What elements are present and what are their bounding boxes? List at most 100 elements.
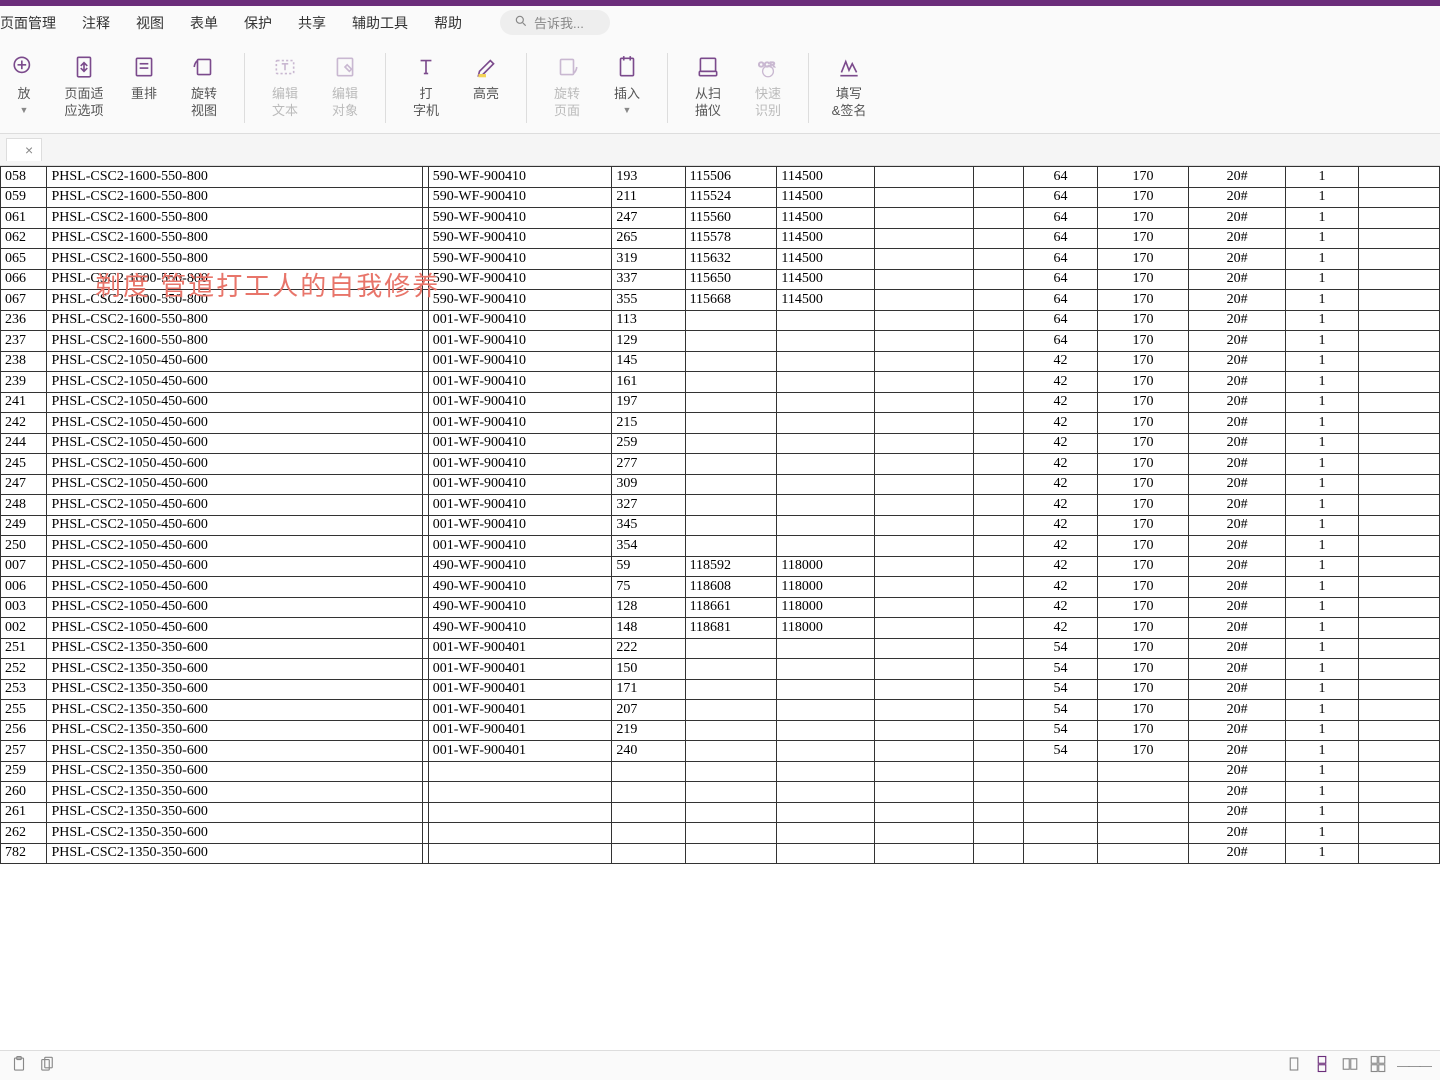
cell-c9: 64: [1023, 187, 1097, 208]
cell-c13: [1358, 228, 1439, 249]
search-placeholder: 告诉我...: [534, 13, 584, 32]
cell-c13: [1358, 843, 1439, 864]
menu-share[interactable]: 共享: [298, 13, 326, 33]
menu-accessibility[interactable]: 辅助工具: [352, 13, 408, 33]
cell-c12: 1: [1286, 495, 1358, 516]
cell-c9: 64: [1023, 208, 1097, 229]
reflow-button[interactable]: 重排: [124, 53, 164, 103]
cell-c13: [1358, 720, 1439, 741]
close-tab-button[interactable]: ×: [25, 142, 33, 158]
cell-c9: 64: [1023, 310, 1097, 331]
cell-c1: PHSL-CSC2-1600-550-800: [47, 167, 422, 188]
cell-c3: 590-WF-900410: [428, 249, 612, 270]
fit-page-button[interactable]: 页面适 应选项: [64, 53, 104, 120]
cell-c4: 337: [612, 269, 685, 290]
cell-c6: 118000: [777, 556, 875, 577]
ribbon-separator: [385, 53, 386, 123]
cell-c13: [1358, 495, 1439, 516]
document-content[interactable]: 剃度 管道打工人的自我修养 058PHSL-CSC2-1600-550-8005…: [0, 166, 1440, 926]
table-row: 242PHSL-CSC2-1050-450-600001-WF-90041021…: [1, 413, 1440, 434]
cell-c5: [685, 638, 777, 659]
table-row: 241PHSL-CSC2-1050-450-600001-WF-90041019…: [1, 392, 1440, 413]
cell-c5: 115560: [685, 208, 777, 229]
ribbon-label: 重排: [131, 86, 157, 103]
table-row: 059PHSL-CSC2-1600-550-800590-WF-90041021…: [1, 187, 1440, 208]
cell-c5: [685, 515, 777, 536]
menu-view[interactable]: 视图: [136, 13, 164, 33]
cell-c10: 170: [1098, 167, 1189, 188]
cell-c4: 129: [612, 331, 685, 352]
cell-c12: 1: [1286, 433, 1358, 454]
cell-c6: [777, 700, 875, 721]
menu-protect[interactable]: 保护: [244, 13, 272, 33]
view-continuous-icon[interactable]: [1313, 1055, 1331, 1076]
table-row: 251PHSL-CSC2-1350-350-600001-WF-90040122…: [1, 638, 1440, 659]
cell-c13: [1358, 802, 1439, 823]
cell-c7: [875, 167, 974, 188]
cell-c1: PHSL-CSC2-1600-550-800: [47, 269, 422, 290]
typewriter-button[interactable]: 打 字机: [406, 53, 446, 120]
cell-c9: [1023, 843, 1097, 864]
cell-c10: 170: [1098, 187, 1189, 208]
ocr-button[interactable]: OCR 快速 识别: [748, 53, 788, 120]
cell-c8: [973, 515, 1023, 536]
cell-c11: 20#: [1188, 659, 1286, 680]
cell-c3: 001-WF-900401: [428, 679, 612, 700]
menu-comment[interactable]: 注释: [82, 13, 110, 33]
cell-c0: 248: [1, 495, 47, 516]
typewriter-icon: [412, 53, 440, 81]
cell-c0: 256: [1, 720, 47, 741]
cell-c12: 1: [1286, 782, 1358, 803]
cell-c1: PHSL-CSC2-1350-350-600: [47, 843, 422, 864]
cell-c0: 061: [1, 208, 47, 229]
zoom-slider[interactable]: ———: [1397, 1058, 1430, 1073]
rotate-view-button[interactable]: 旋转 视图: [184, 53, 224, 120]
rotate-view-icon: [190, 53, 218, 81]
cell-c9: 42: [1023, 474, 1097, 495]
cell-c5: [685, 474, 777, 495]
highlight-icon: [472, 53, 500, 81]
document-tab[interactable]: ×: [6, 138, 42, 161]
table-row: 058PHSL-CSC2-1600-550-800590-WF-90041019…: [1, 167, 1440, 188]
cell-c7: [875, 597, 974, 618]
tell-me-search[interactable]: 告诉我...: [500, 10, 610, 35]
insert-button[interactable]: 插入 ▼: [607, 53, 647, 117]
clipboard-icon[interactable]: [10, 1055, 28, 1076]
cell-c5: [685, 843, 777, 864]
menu-help[interactable]: 帮助: [434, 13, 462, 33]
cell-c3: 001-WF-900401: [428, 720, 612, 741]
cell-c6: [777, 782, 875, 803]
menu-page-mgmt[interactable]: 页面管理: [0, 13, 56, 33]
cell-c9: 64: [1023, 167, 1097, 188]
zoom-button[interactable]: 放 ▼: [4, 53, 44, 117]
table-row: 262PHSL-CSC2-1350-350-60020#1: [1, 823, 1440, 844]
highlight-button[interactable]: 高亮: [466, 53, 506, 103]
fill-sign-button[interactable]: 填写 &签名: [829, 53, 869, 120]
cell-c9: 42: [1023, 495, 1097, 516]
cell-c7: [875, 228, 974, 249]
menu-form[interactable]: 表单: [190, 13, 218, 33]
rotate-page-button[interactable]: 旋转 页面: [547, 53, 587, 120]
cell-c1: PHSL-CSC2-1600-550-800: [47, 331, 422, 352]
cell-c13: [1358, 454, 1439, 475]
view-facing-continuous-icon[interactable]: [1369, 1055, 1387, 1076]
edit-text-button[interactable]: 编辑 文本: [265, 53, 305, 120]
cell-c9: [1023, 761, 1097, 782]
ribbon-label: 填写 &签名: [832, 86, 867, 120]
cell-c1: PHSL-CSC2-1350-350-600: [47, 741, 422, 762]
reflow-icon: [130, 53, 158, 81]
cell-c12: 1: [1286, 536, 1358, 557]
cell-c1: PHSL-CSC2-1050-450-600: [47, 536, 422, 557]
cell-c1: PHSL-CSC2-1050-450-600: [47, 577, 422, 598]
cell-c5: [685, 392, 777, 413]
view-facing-icon[interactable]: [1341, 1055, 1359, 1076]
edit-object-button[interactable]: 编辑 对象: [325, 53, 365, 120]
cell-c12: 1: [1286, 700, 1358, 721]
chevron-down-icon: ▼: [623, 105, 632, 117]
view-single-icon[interactable]: [1285, 1055, 1303, 1076]
cell-c7: [875, 269, 974, 290]
from-scanner-button[interactable]: 从扫 描仪: [688, 53, 728, 120]
clipboard-multi-icon[interactable]: [38, 1055, 56, 1076]
cell-c5: 115506: [685, 167, 777, 188]
cell-c0: 058: [1, 167, 47, 188]
